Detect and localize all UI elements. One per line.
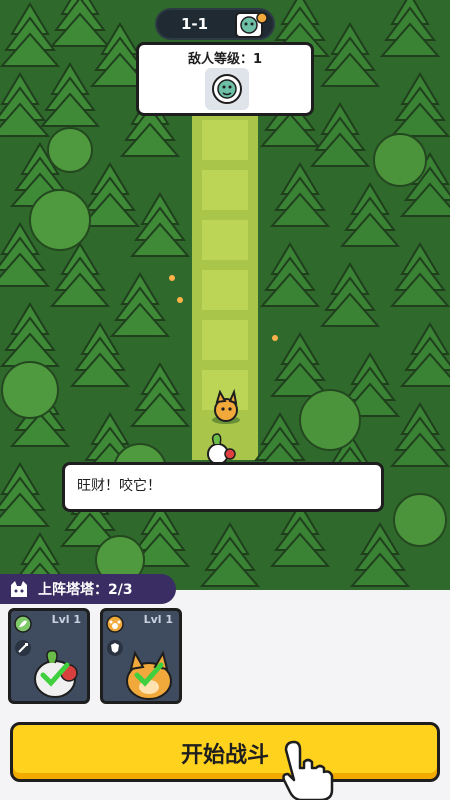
leaf-element-icon [14,615,32,633]
zombie-enemy-icon [212,74,242,104]
card-level: Lvl 1 [143,613,173,626]
card-level: Lvl 1 [51,613,81,626]
level-label: 1-1 [181,15,209,33]
level-indicator: 1-1 [155,8,275,40]
enemy-slot[interactable] [205,68,249,110]
squad-tab: 上阵塔塔：2/3 [0,574,176,604]
radish-tower-art [34,650,78,698]
start-battle-label: 开始战斗 [180,743,269,768]
dialog-bubble[interactable]: 旺财！咬它！ [62,462,384,512]
paw-element-icon [106,615,124,633]
pointing-hand-icon [282,740,334,800]
enemy-level-label: 敌人等级：1 [187,52,263,67]
start-battle-button[interactable]: 开始战斗 [10,722,440,782]
tower-card-radish[interactable]: Lvl 1 [8,608,90,704]
enemy-info-panel: 敌人等级：1 [136,42,314,116]
dialog-text: 旺财！咬它！ [77,478,161,494]
shiba-tower-art [126,650,172,700]
cat-icon [11,581,27,597]
squad-count-label: 上阵塔塔：2/3 [38,582,133,598]
zombie-boss-icon [235,12,268,38]
tower-card-shiba[interactable]: Lvl 1 [100,608,182,704]
